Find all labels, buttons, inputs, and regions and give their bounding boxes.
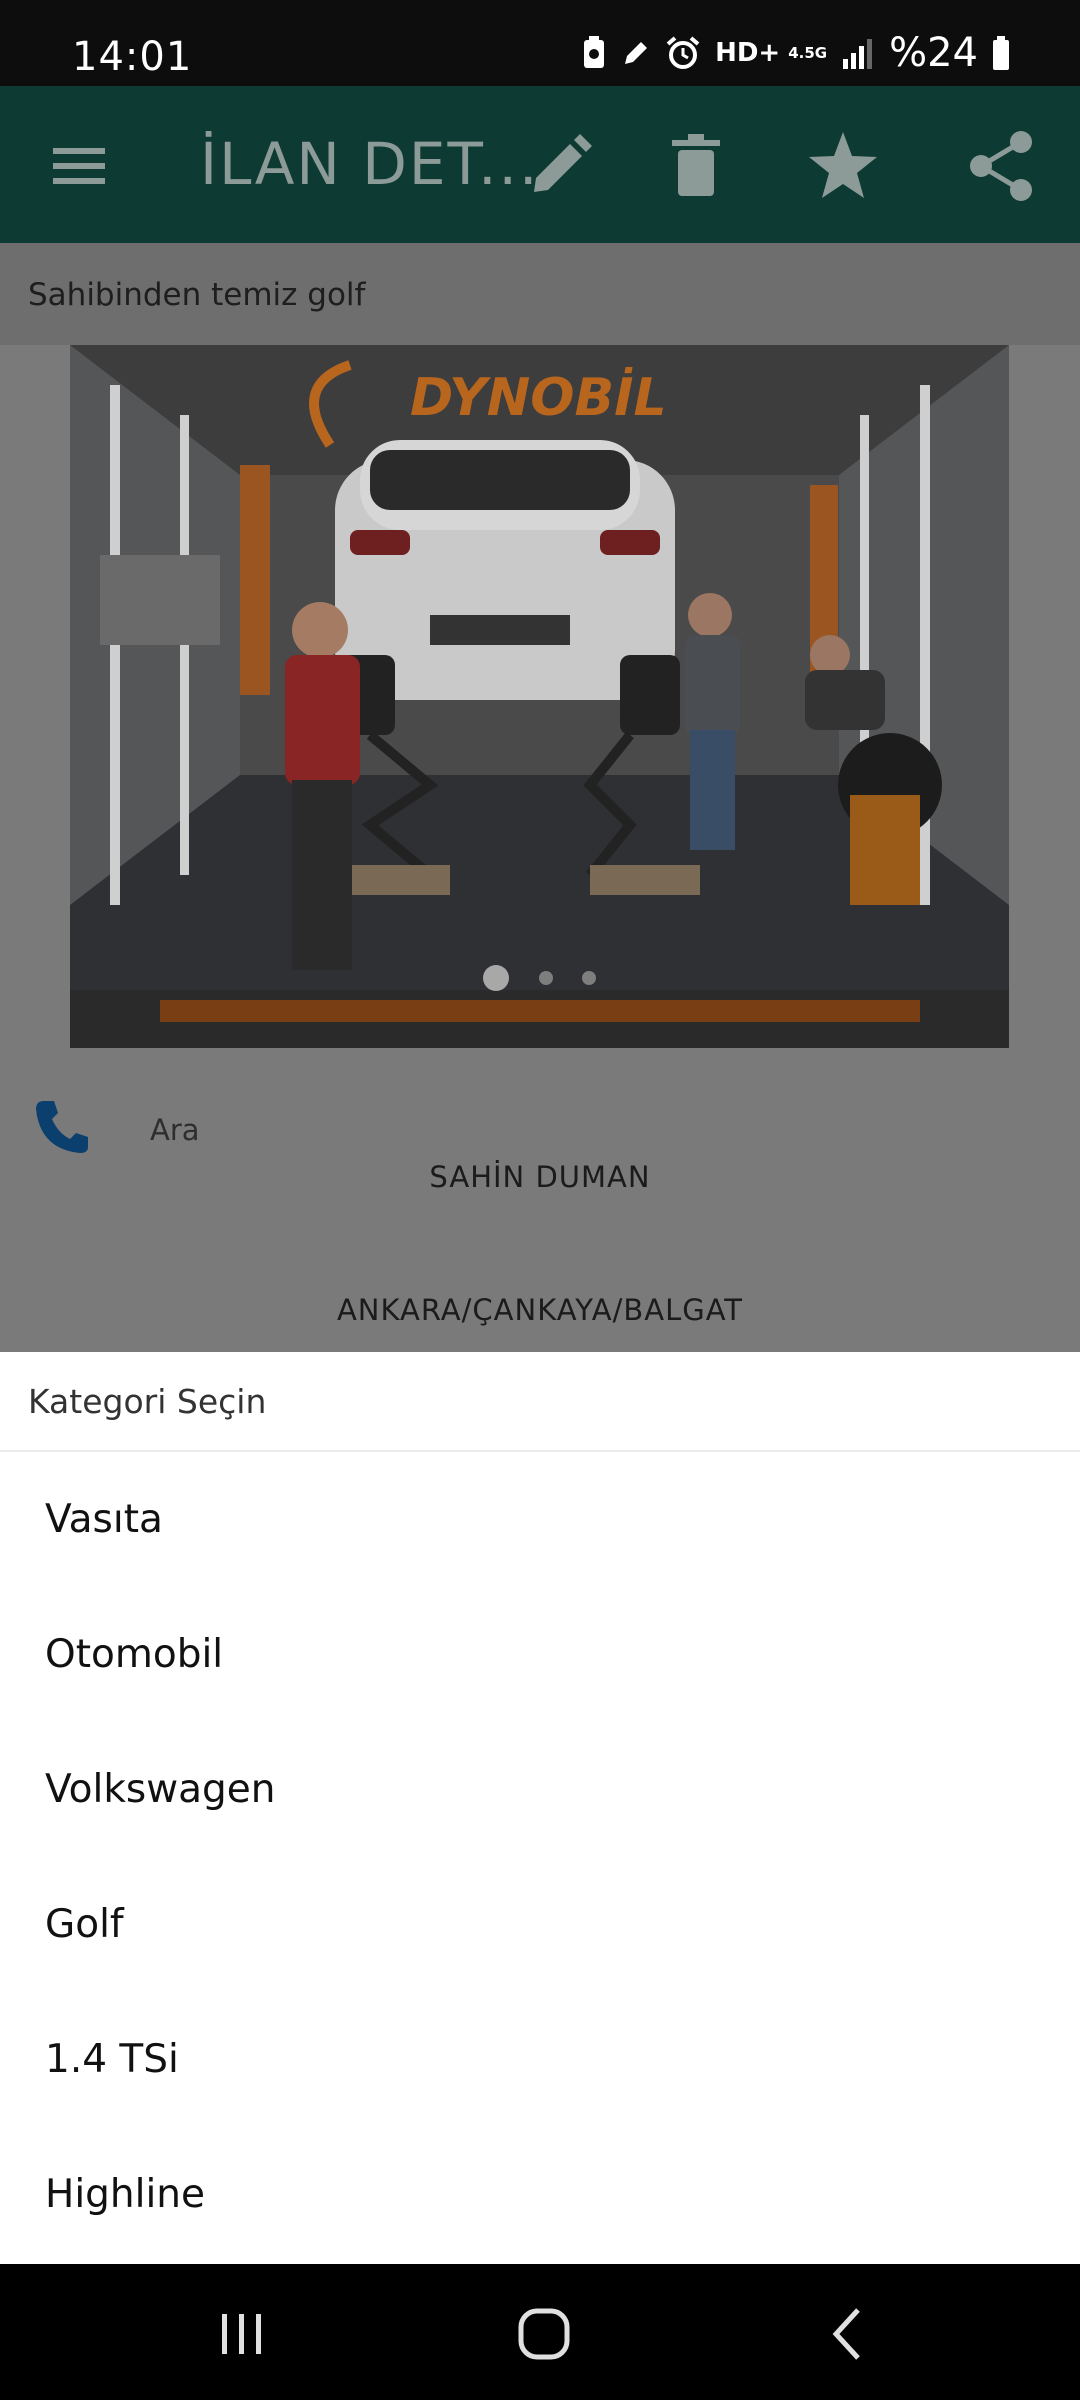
page-dot	[581, 971, 596, 985]
listing-title: Sahibinden temiz golf	[28, 277, 366, 313]
status-icons: HD+ 4.5G %24	[581, 28, 1010, 78]
star-icon[interactable]	[803, 126, 883, 206]
page-dot-active	[483, 965, 510, 991]
edit-icon[interactable]	[520, 126, 600, 206]
page-dot	[538, 971, 553, 985]
network-type: HD+	[715, 38, 781, 68]
category-item-volkswagen[interactable]: Volkswagen	[0, 1722, 1080, 1857]
phone-icon[interactable]	[30, 1095, 94, 1159]
category-item-highline[interactable]: Highline	[0, 2127, 1080, 2262]
status-bar: 14:01 HD+ 4.5G %24	[0, 0, 1080, 86]
battery-saver-icon	[584, 36, 605, 68]
page-title: İLAN DET...	[200, 130, 540, 198]
recent-apps-icon[interactable]	[210, 2302, 274, 2366]
listing-location: ANKARA/ÇANKAYA/BALGAT	[336, 1293, 744, 1327]
category-sheet-title: Kategori Seçin	[0, 1352, 1080, 1452]
category-item-golf[interactable]: Golf	[0, 1857, 1080, 1992]
category-sheet: Kategori Seçin Vasıta Otomobil Volkswage…	[0, 1352, 1080, 2264]
photo-page-indicator	[70, 965, 1009, 991]
listing-title-bar: Sahibinden temiz golf	[0, 243, 1080, 345]
category-item-vasita[interactable]: Vasıta	[0, 1452, 1080, 1587]
pen-icon	[625, 42, 648, 64]
seller-name: SAHİN DUMAN	[429, 1160, 651, 1194]
battery-percent: %24	[889, 30, 978, 76]
system-nav-bar	[0, 2264, 1080, 2400]
menu-icon[interactable]	[39, 126, 119, 206]
alarm-icon	[666, 36, 700, 69]
listing-photo[interactable]: DYNOBİL	[70, 345, 1009, 1048]
delete-icon[interactable]	[656, 126, 736, 206]
app-bar: İLAN DET...	[0, 86, 1080, 243]
signal-icon	[843, 39, 873, 69]
home-icon[interactable]	[512, 2302, 576, 2366]
category-item-tsi[interactable]: 1.4 TSi	[0, 1992, 1080, 2127]
battery-icon	[993, 36, 1009, 70]
workshop-car-photo: DYNOBİL	[70, 345, 1009, 1048]
category-item-otomobil[interactable]: Otomobil	[0, 1587, 1080, 1722]
listing-content: DYNOBİL Ara SAHİN DUMAN ANKARA/ÇANKAYA/B…	[0, 345, 1080, 1352]
share-icon[interactable]	[961, 126, 1041, 206]
status-time: 14:01	[72, 34, 193, 80]
back-icon[interactable]	[816, 2302, 880, 2366]
call-label[interactable]: Ara	[150, 1113, 200, 1147]
signal-type: 4.5G	[788, 44, 828, 62]
svg-text:DYNOBİL: DYNOBİL	[410, 367, 667, 428]
